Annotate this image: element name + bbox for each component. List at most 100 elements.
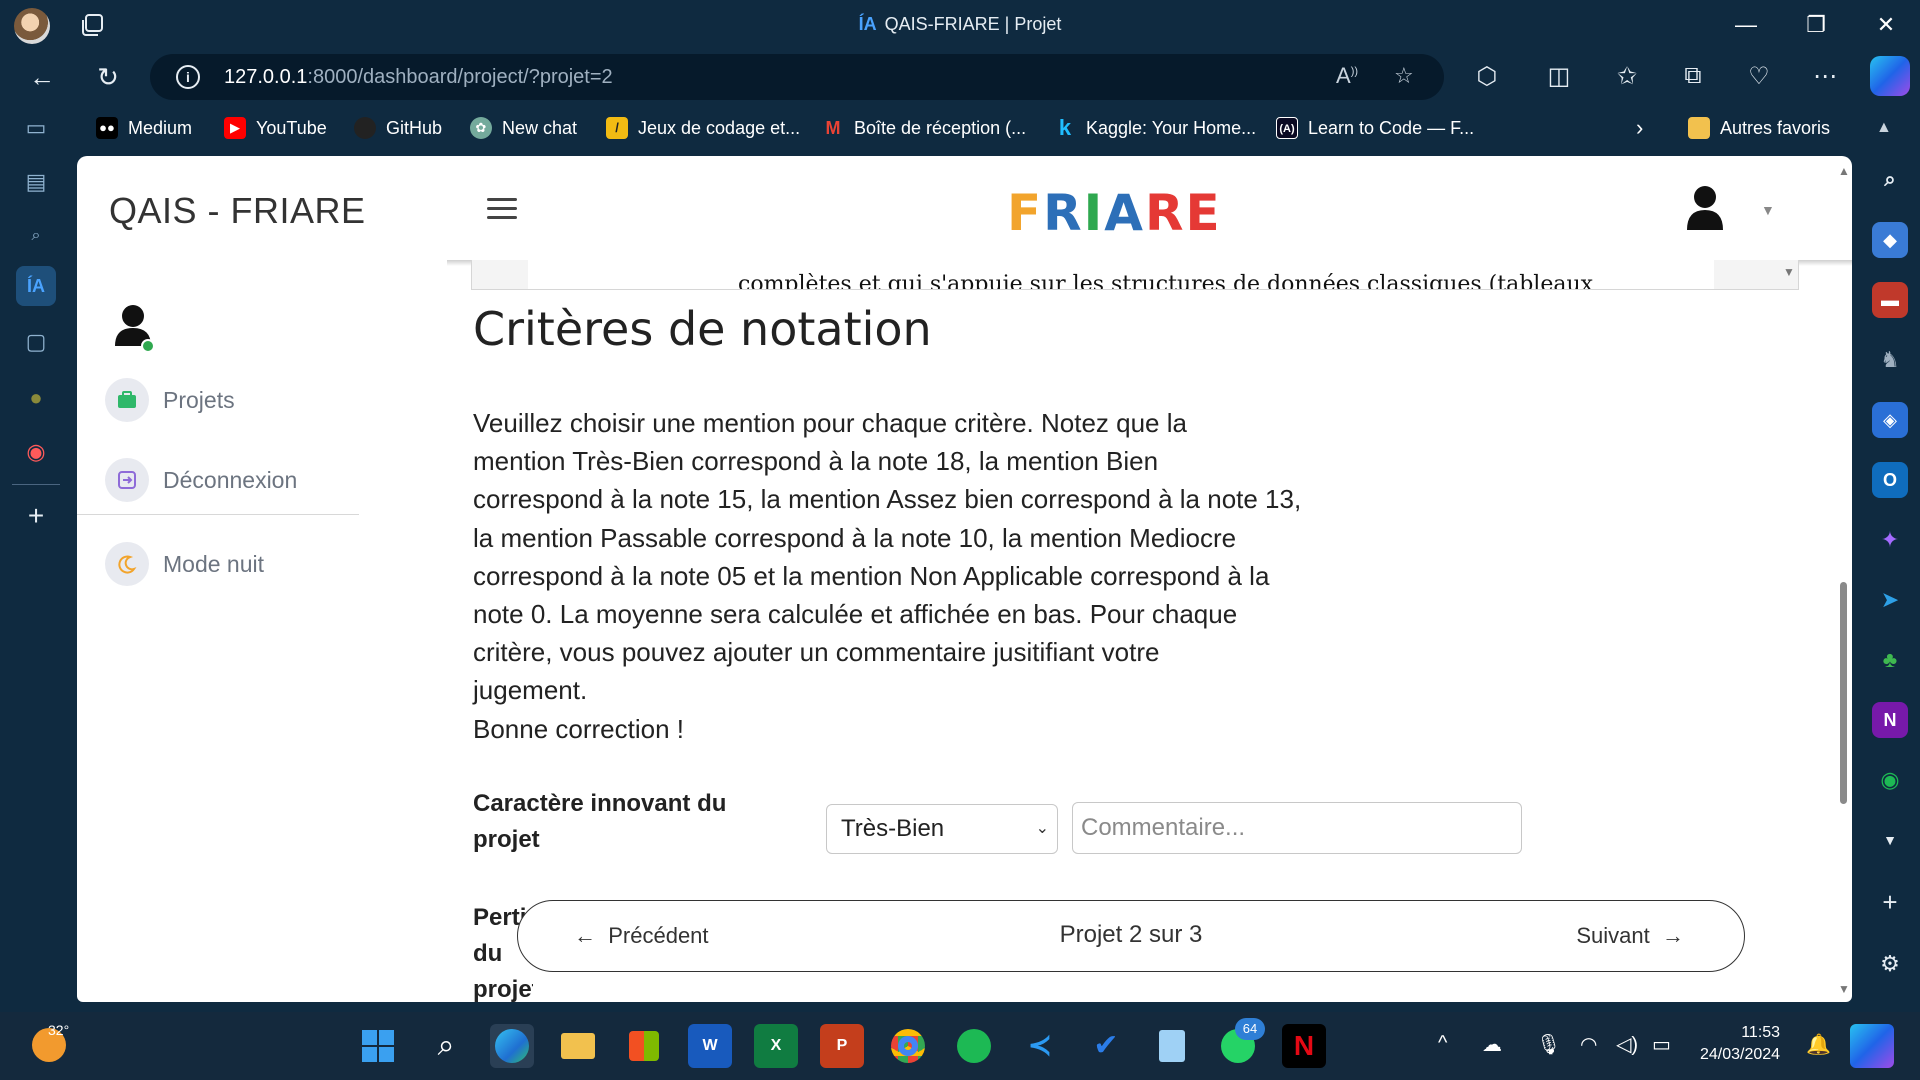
- outlook-icon[interactable]: O: [1872, 462, 1908, 498]
- favorite-codingame[interactable]: / Jeux de codage et...: [606, 116, 800, 140]
- favorite-kaggle[interactable]: k Kaggle: Your Home...: [1054, 116, 1256, 140]
- extensions-icon[interactable]: ⬡: [1472, 62, 1502, 91]
- games-icon[interactable]: ♞: [1872, 342, 1908, 378]
- powerpoint-icon[interactable]: P: [820, 1024, 864, 1068]
- menu-toggle-icon[interactable]: [487, 198, 517, 222]
- scroll-down-icon[interactable]: ▼: [1838, 982, 1850, 996]
- sidebar-add-icon[interactable]: +: [1872, 884, 1908, 920]
- favorite-new-chat[interactable]: ✿ New chat: [470, 116, 577, 140]
- address-bar[interactable]: i 127.0.0.1:8000/dashboard/project/?proj…: [150, 54, 1444, 100]
- tools-icon[interactable]: ▬: [1872, 282, 1908, 318]
- notifications-icon[interactable]: 🔔: [1806, 1032, 1831, 1057]
- collapse-caret-icon[interactable]: ▲: [1876, 116, 1892, 140]
- tree-icon[interactable]: ♣: [1872, 642, 1908, 678]
- scroll-up-icon[interactable]: ▲: [1838, 164, 1850, 178]
- tab-document-icon[interactable]: ▢: [16, 322, 56, 362]
- chrome-icon[interactable]: [886, 1024, 930, 1068]
- sidebar-toggle-icon[interactable]: ▭: [16, 108, 56, 148]
- user-account-icon[interactable]: [1685, 184, 1725, 232]
- sidebar-item-label: Mode nuit: [163, 550, 265, 577]
- system-clock[interactable]: 11:53 24/03/2024: [1700, 1022, 1780, 1066]
- netflix-icon[interactable]: N: [1282, 1024, 1326, 1068]
- vscode-icon[interactable]: ≺: [1018, 1024, 1062, 1068]
- microsoft365-icon[interactable]: ◈: [1872, 402, 1908, 438]
- pdf-scroll-down-icon[interactable]: ▼: [1779, 260, 1798, 289]
- split-screen-icon[interactable]: ◫: [1544, 62, 1574, 91]
- sidebar-item-mode-nuit[interactable]: Mode nuit: [105, 542, 264, 586]
- favorite-medium[interactable]: ●● Medium: [96, 116, 192, 140]
- web-page: QAIS - FRIARE FRIARE ▼ complètes et qui …: [77, 156, 1852, 1002]
- pdf-preview[interactable]: complètes et qui s'appuie sur les struct…: [471, 260, 1799, 290]
- sidebar-settings-icon[interactable]: ⚙: [1872, 946, 1908, 982]
- gmail-icon: M: [825, 118, 841, 138]
- back-button[interactable]: ←: [22, 58, 62, 96]
- browser-essentials-icon[interactable]: ♡: [1744, 62, 1774, 91]
- file-explorer-icon[interactable]: [556, 1024, 600, 1068]
- spotify-icon[interactable]: ◉: [1872, 762, 1908, 798]
- tab-record-icon[interactable]: ◉: [16, 432, 56, 472]
- favorites-icon[interactable]: ✩: [1612, 62, 1642, 91]
- next-button[interactable]: Suivant →: [1576, 923, 1684, 949]
- onedrive-icon[interactable]: ☁: [1482, 1032, 1502, 1057]
- favorite-github[interactable]: GitHub: [354, 116, 442, 140]
- address-row: ← ↻ i 127.0.0.1:8000/dashboard/project/?…: [0, 50, 1920, 104]
- sidebar-search-icon[interactable]: ⌕: [1872, 162, 1908, 198]
- onenote-icon[interactable]: N: [1872, 702, 1908, 738]
- edge-taskbar-icon[interactable]: [490, 1024, 534, 1068]
- more-options-icon[interactable]: ⋯: [1810, 62, 1840, 91]
- window-titlebar: ÍA QAIS-FRIARE | Projet — ❐ ✕: [0, 0, 1920, 50]
- designer-icon[interactable]: ✦: [1872, 522, 1908, 558]
- refresh-button[interactable]: ↻: [88, 58, 128, 96]
- freecodecamp-icon: (A): [1276, 117, 1298, 139]
- tray-overflow-icon[interactable]: ^: [1438, 1032, 1447, 1055]
- favorite-gmail[interactable]: M Boîte de réception (...: [822, 116, 1027, 140]
- copilot-icon[interactable]: [1870, 56, 1910, 96]
- search-tabs-icon[interactable]: ⌕: [16, 216, 56, 256]
- favorite-freecodecamp[interactable]: (A) Learn to Code — F...: [1276, 116, 1474, 140]
- read-aloud-icon[interactable]: A)): [1336, 63, 1358, 89]
- sidebar-item-label: Projets: [163, 386, 235, 413]
- mention-select[interactable]: Très-Bien ⌄: [826, 804, 1058, 854]
- minimize-button[interactable]: —: [1716, 6, 1776, 44]
- restore-button[interactable]: ❐: [1786, 6, 1846, 44]
- scrollbar-thumb[interactable]: [1840, 582, 1847, 804]
- volume-icon[interactable]: ◁): [1616, 1032, 1638, 1057]
- word-icon[interactable]: W: [688, 1024, 732, 1068]
- excel-icon[interactable]: X: [754, 1024, 798, 1068]
- add-favorite-icon[interactable]: ☆: [1394, 63, 1414, 89]
- pdf-text-line: complètes et qui s'appuie sur les struct…: [738, 272, 1594, 290]
- start-icon[interactable]: [356, 1024, 400, 1068]
- site-info-icon[interactable]: i: [176, 65, 200, 89]
- url-text[interactable]: 127.0.0.1:8000/dashboard/project/?projet…: [224, 66, 613, 89]
- tab-olive-icon[interactable]: ●: [16, 378, 56, 418]
- todo-icon[interactable]: ✔: [1084, 1024, 1128, 1068]
- account-dropdown-icon[interactable]: ▼: [1761, 202, 1775, 218]
- app-brand[interactable]: QAIS - FRIARE: [109, 190, 366, 232]
- other-favorites-folder[interactable]: Autres favoris: [1688, 116, 1830, 140]
- close-window-button[interactable]: ✕: [1856, 6, 1916, 44]
- wifi-icon[interactable]: ◠: [1580, 1032, 1597, 1057]
- new-tab-icon[interactable]: +: [16, 496, 56, 536]
- send-icon[interactable]: ➤: [1872, 582, 1908, 618]
- notepad-icon[interactable]: [1150, 1024, 1194, 1068]
- copilot-taskbar-icon[interactable]: [1850, 1024, 1894, 1068]
- sidebar-item-projets[interactable]: Projets: [105, 378, 235, 422]
- collections-icon[interactable]: ⧉: [1678, 62, 1708, 90]
- store-icon[interactable]: [622, 1024, 666, 1068]
- shopping-icon[interactable]: ◆: [1872, 222, 1908, 258]
- tabs-divider: [12, 484, 60, 485]
- sidebar-item-deconnexion[interactable]: Déconnexion: [105, 458, 297, 502]
- favorite-youtube[interactable]: ▶ YouTube: [224, 116, 327, 140]
- more-favorites-chevron-icon[interactable]: ›: [1636, 115, 1643, 140]
- workspace-icon[interactable]: ▤: [16, 162, 56, 202]
- page-scrollbar[interactable]: ▲ ▼: [1837, 164, 1851, 996]
- sidebar-more-icon[interactable]: ▼: [1872, 822, 1908, 858]
- battery-icon[interactable]: ▭: [1652, 1032, 1671, 1057]
- spotify-taskbar-icon[interactable]: [952, 1024, 996, 1068]
- arrow-right-icon: →: [1662, 923, 1684, 948]
- selected-mention: Très-Bien: [841, 815, 945, 842]
- taskbar-search-icon[interactable]: ⌕: [424, 1024, 468, 1068]
- comment-input[interactable]: Commentaire...: [1072, 802, 1522, 854]
- tab-qais-friare[interactable]: ÍA: [16, 266, 56, 306]
- microphone-icon[interactable]: 🎙: [1536, 1032, 1561, 1057]
